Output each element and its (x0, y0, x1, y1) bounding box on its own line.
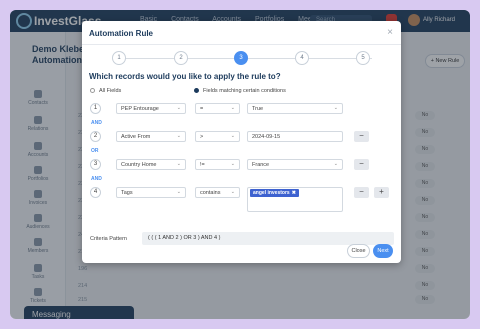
radio-checked-icon (194, 88, 199, 94)
operator-value: = (200, 106, 204, 112)
condition-operator-select[interactable]: contains ⌄ (195, 187, 240, 198)
criteria-pattern-label: Criteria Pattern (90, 236, 127, 242)
condition-operator-select[interactable]: > ⌄ (195, 131, 240, 142)
condition-field-select[interactable]: Country Home ⌄ (116, 159, 186, 170)
condition-field-select[interactable]: Tags ⌄ (116, 187, 186, 198)
remove-condition-button[interactable]: − (354, 187, 369, 198)
chevron-down-icon: ⌄ (176, 105, 181, 111)
remove-condition-button[interactable]: − (354, 131, 369, 142)
add-condition-button[interactable]: + (374, 187, 389, 198)
condition-field-select[interactable]: PEP Entourage ⌄ (116, 103, 186, 114)
logic-operator[interactable]: AND (91, 176, 102, 182)
close-icon[interactable]: × (387, 27, 393, 38)
tag-chip[interactable]: angel investors ✖ (250, 189, 299, 197)
radio-all-fields[interactable]: All Fields (90, 88, 121, 94)
step-5[interactable]: 5 (356, 51, 370, 65)
condition-number: 4 (90, 187, 101, 198)
logic-operator[interactable]: AND (91, 120, 102, 126)
field-value: Country Home (121, 162, 157, 168)
chevron-down-icon: ⌄ (176, 161, 181, 167)
field-value: Active From (121, 134, 151, 140)
radio-label: Fields matching certain conditions (203, 88, 286, 94)
condition-number: 2 (90, 131, 101, 142)
condition-operator-select[interactable]: = ⌄ (195, 103, 240, 114)
chevron-down-icon: ⌄ (333, 105, 338, 111)
divider (82, 44, 401, 45)
next-button[interactable]: Next (373, 244, 393, 258)
automation-rule-modal: Automation Rule × 1 2 3 4 5 Which record… (82, 21, 401, 263)
remove-condition-button[interactable]: − (354, 159, 369, 170)
logic-operator[interactable]: OR (91, 148, 99, 154)
condition-value-input[interactable]: 2024-09-15 (247, 131, 343, 142)
condition-number: 1 (90, 103, 101, 114)
close-button[interactable]: Close (347, 244, 370, 258)
chevron-down-icon: ⌄ (230, 105, 235, 111)
condition-operator-select[interactable]: != ⌄ (195, 159, 240, 170)
chevron-down-icon: ⌄ (230, 133, 235, 139)
condition-field-select[interactable]: Active From ⌄ (116, 131, 186, 142)
condition-number: 3 (90, 159, 101, 170)
radio-icon (90, 88, 95, 94)
close-icon[interactable]: ✖ (292, 190, 296, 196)
chevron-down-icon: ⌄ (230, 189, 235, 195)
question-heading: Which records would you like to apply th… (89, 72, 281, 81)
field-value: Tags (121, 190, 133, 196)
modal-title: Automation Rule (89, 29, 153, 38)
value-text: 2024-09-15 (252, 134, 281, 140)
operator-value: > (200, 134, 204, 140)
chevron-down-icon: ⌄ (176, 133, 181, 139)
operator-value: contains (200, 190, 221, 196)
chevron-down-icon: ⌄ (333, 161, 338, 167)
tag-label: angel investors (253, 190, 290, 196)
step-4[interactable]: 4 (295, 51, 309, 65)
step-2[interactable]: 2 (174, 51, 188, 65)
step-3[interactable]: 3 (234, 51, 248, 65)
step-1[interactable]: 1 (112, 51, 126, 65)
field-value: PEP Entourage (121, 106, 159, 112)
operator-value: != (200, 162, 205, 168)
condition-value-select[interactable]: France ⌄ (247, 159, 343, 170)
value-text: France (252, 162, 270, 168)
radio-matching-fields[interactable]: Fields matching certain conditions (194, 88, 286, 94)
value-text: True (252, 106, 264, 112)
chevron-down-icon: ⌄ (230, 161, 235, 167)
chevron-down-icon: ⌄ (176, 189, 181, 195)
condition-value-select[interactable]: True ⌄ (247, 103, 343, 114)
radio-label: All Fields (99, 88, 122, 94)
